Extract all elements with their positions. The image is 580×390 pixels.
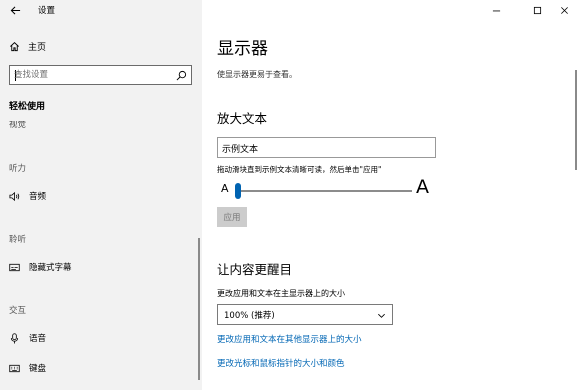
captions-icon [8,261,20,273]
page-description: 使显示器更易于查看。 [217,70,297,79]
slider-min-label: A [221,182,229,195]
apply-button[interactable]: 应用 [217,207,247,227]
close-button[interactable] [548,0,580,20]
sidebar-item-keyboard[interactable]: 键盘 [8,360,46,376]
back-button[interactable] [8,3,22,17]
sidebar-item-home[interactable]: 主页 [8,38,46,54]
sample-text-preview: 示例文本 [217,137,436,158]
main-scrollbar[interactable] [575,70,577,170]
text-size-slider[interactable] [236,190,412,192]
home-icon [8,40,20,52]
microphone-icon [8,332,20,344]
scale-dropdown[interactable]: 100% (推荐) [217,304,393,325]
minimize-icon [492,10,500,11]
sidebar-item-captions[interactable]: 隐藏式字幕 [8,259,72,275]
slider-max-label: A [416,176,429,198]
back-arrow-icon [10,5,20,15]
search-input[interactable] [14,68,174,82]
section-heading-make-bigger: 让内容更醒目 [217,262,293,277]
speaker-icon [8,190,20,202]
sidebar-item-audio[interactable]: 音频 [8,188,46,204]
scale-dropdown-value: 100% (推荐) [224,311,275,321]
sidebar-item-label: 音频 [29,192,47,202]
section-header-hearing: 听力 [9,164,27,174]
sidebar-item-label: 隐藏式字幕 [29,263,72,273]
sidebar: 设置 主页 轻松使用 视觉 听力 音频 聆听 [0,0,202,390]
slider-thumb[interactable] [235,183,241,199]
section-header-listening: 聆听 [9,235,27,245]
keyboard-icon [8,362,20,374]
category-title: 轻松使用 [9,102,46,112]
link-cursor-pointer-size[interactable]: 更改光标和鼠标指针的大小和颜色 [217,357,345,369]
link-other-display-size[interactable]: 更改应用和文本在其他显示器上的大小 [217,333,362,345]
close-icon [560,6,568,14]
sidebar-item-label: 键盘 [29,364,47,374]
section-header-interaction: 交互 [9,306,27,316]
sidebar-item-label: 语音 [29,334,47,344]
maximize-icon [533,6,541,14]
app-title: 设置 [38,6,56,16]
slider-instruction: 拖动滑块直到示例文本清晰可读，然后单击"应用" [217,165,382,174]
search-icon[interactable] [176,70,187,81]
minimize-button[interactable] [480,0,512,20]
sidebar-item-vision[interactable]: 视觉 [9,121,26,131]
sidebar-item-speech[interactable]: 语音 [8,330,46,346]
sample-text: 示例文本 [222,145,259,155]
page-title: 显示器 [217,39,268,59]
search-field[interactable] [9,65,192,85]
sidebar-item-label: 主页 [28,42,47,53]
scale-label: 更改应用和文本在主显示器上的大小 [217,289,345,298]
sidebar-scrollbar[interactable] [198,238,200,380]
chevron-down-icon [378,313,385,318]
section-heading-enlarge-text: 放大文本 [217,111,268,126]
